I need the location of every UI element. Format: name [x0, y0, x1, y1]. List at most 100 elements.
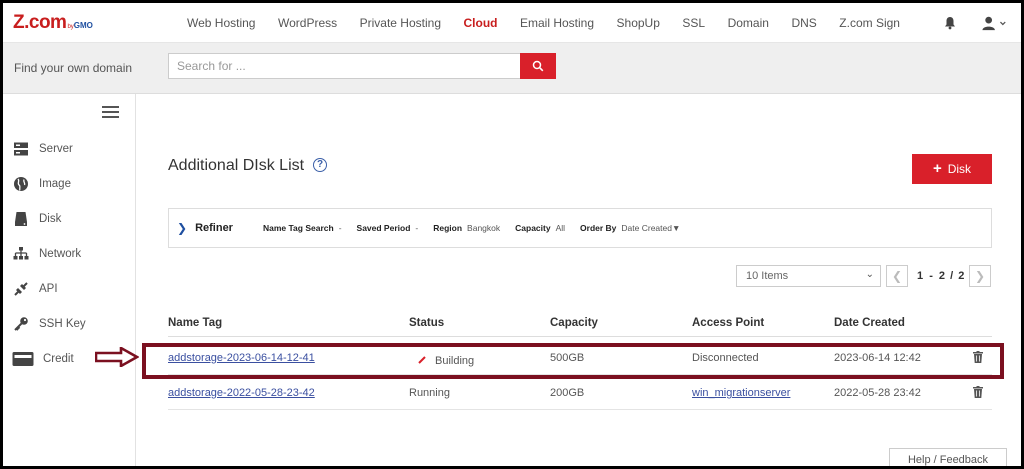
- search-button[interactable]: [520, 53, 556, 79]
- sidebar-item-disk[interactable]: Disk: [12, 209, 61, 229]
- top-nav: Z.com by GMO Web Hosting WordPress Priva…: [3, 3, 1021, 43]
- network-icon: [12, 245, 30, 263]
- row-name-tag-link[interactable]: addstorage-2022-05-28-23-42: [168, 387, 315, 399]
- sidebar-item-label: Image: [39, 178, 71, 190]
- row-date-created: 2022-05-28 23:42: [834, 387, 921, 399]
- pagination-status: 1 - 2 / 2: [917, 270, 964, 282]
- row-access-point: Disconnected: [692, 352, 759, 364]
- domain-search-bar: Find your own domain: [3, 43, 1021, 94]
- globe-icon: [12, 175, 30, 193]
- nav-private-hosting[interactable]: Private Hosting: [360, 16, 441, 30]
- filter-region-label: Region: [433, 223, 463, 233]
- nav-wordpress[interactable]: WordPress: [278, 16, 337, 30]
- zcom-logo[interactable]: Z.com by GMO: [13, 13, 93, 33]
- items-per-page-select[interactable]: 10 Items ⌄: [736, 265, 881, 287]
- filter-order-by-label: Order By: [580, 223, 617, 233]
- refiner-panel[interactable]: ❯ Refiner Name Tag Search - Saved Period…: [168, 208, 992, 248]
- user-icon: [982, 16, 995, 31]
- search-input[interactable]: [168, 53, 522, 79]
- prev-page-button[interactable]: ❮: [886, 265, 908, 287]
- trash-icon[interactable]: [973, 386, 983, 398]
- col-header-date-created: Date Created: [834, 317, 905, 329]
- row-name-tag-link[interactable]: addstorage-2023-06-14-12-41: [168, 352, 315, 364]
- user-menu[interactable]: [981, 15, 1007, 31]
- sidebar-item-label: Network: [39, 248, 82, 260]
- pagination-display: 2: [938, 270, 946, 282]
- sidebar-item-credit[interactable]: Credit: [12, 349, 74, 369]
- row-access-point-link[interactable]: win_migrationserver: [692, 387, 790, 399]
- col-header-capacity: Capacity: [550, 317, 598, 329]
- sidebar-item-label: Disk: [39, 213, 62, 225]
- row-divider: [168, 409, 992, 410]
- pagination-sep: -: [929, 270, 933, 282]
- chevron-down-icon: ⌄: [865, 269, 874, 280]
- add-disk-label: Disk: [947, 162, 972, 176]
- filter-capacity-value: All: [555, 223, 566, 233]
- nav-cloud[interactable]: Cloud: [464, 16, 498, 30]
- header-divider: [168, 336, 992, 337]
- help-icon[interactable]: ?: [313, 158, 327, 172]
- sidebar: Server Image Disk Network API SSH Key Cr…: [3, 94, 136, 466]
- sidebar-item-label: API: [39, 283, 58, 295]
- menu-toggle-icon[interactable]: [102, 106, 119, 118]
- sidebar-item-image[interactable]: Image: [12, 174, 71, 194]
- server-icon: [12, 140, 30, 158]
- page-title: Additional DIsk List: [168, 157, 305, 174]
- chevron-down-icon: [1000, 21, 1007, 26]
- trash-icon[interactable]: [973, 351, 983, 363]
- pagination-total: 2: [958, 270, 965, 282]
- filter-name-tag-label: Name Tag Search: [262, 223, 334, 233]
- arrow-right-icon: [95, 347, 139, 367]
- row-capacity: 500GB: [550, 352, 585, 364]
- col-header-name-tag: Name Tag: [168, 317, 223, 329]
- sidebar-item-label: SSH Key: [39, 318, 86, 330]
- credit-card-icon: [12, 350, 34, 368]
- nav-ssl[interactable]: SSL: [682, 16, 705, 30]
- filter-order-by-value: Date Created▼: [621, 223, 681, 233]
- help-feedback-button[interactable]: Help / Feedback: [889, 448, 1007, 466]
- row-status: Running: [409, 387, 450, 399]
- sidebar-item-ssh-key[interactable]: SSH Key: [12, 314, 86, 334]
- find-domain-label: Find your own domain: [14, 61, 133, 75]
- chevron-right-icon: ❯: [177, 221, 188, 235]
- bell-icon[interactable]: [943, 16, 957, 30]
- row-status: Building: [417, 355, 474, 367]
- disk-icon: [12, 210, 30, 228]
- next-page-button[interactable]: ❯: [969, 265, 991, 287]
- plus-icon: +: [932, 160, 942, 177]
- filter-name-tag-value: -: [338, 223, 342, 233]
- pagination-current: 1: [917, 270, 924, 282]
- sidebar-item-label: Server: [39, 143, 73, 155]
- search-icon: [532, 60, 544, 72]
- nav-web-hosting[interactable]: Web Hosting: [187, 16, 255, 30]
- pagination-slash: /: [950, 270, 954, 282]
- filter-saved-period-value: -: [415, 223, 419, 233]
- row-capacity: 200GB: [550, 387, 585, 399]
- items-per-page-value: 10 Items: [746, 270, 789, 282]
- row-date-created: 2023-06-14 12:42: [834, 352, 921, 364]
- filter-capacity-label: Capacity: [515, 223, 551, 233]
- sidebar-item-server[interactable]: Server: [12, 139, 73, 159]
- sidebar-item-label: Credit: [43, 353, 74, 365]
- key-icon: [12, 315, 30, 333]
- nav-shopup[interactable]: ShopUp: [617, 16, 660, 30]
- col-header-status: Status: [409, 317, 445, 329]
- refiner-label: Refiner: [195, 222, 233, 234]
- row-status-text: Building: [435, 355, 475, 367]
- nav-menu: Web Hosting WordPress Private Hosting Cl…: [187, 3, 922, 43]
- col-header-access-point: Access Point: [692, 317, 765, 329]
- row-divider: [168, 374, 992, 375]
- nav-email-hosting[interactable]: Email Hosting: [520, 16, 594, 30]
- nav-domain[interactable]: Domain: [728, 16, 769, 30]
- api-icon: [12, 280, 30, 298]
- sidebar-item-network[interactable]: Network: [12, 244, 81, 264]
- logo-text: Z.com: [13, 12, 67, 33]
- filter-saved-period-label: Saved Period: [356, 223, 411, 233]
- logo-gmo: GMO: [73, 21, 93, 30]
- nav-zcom-sign[interactable]: Z.com Sign: [839, 16, 900, 30]
- sidebar-item-api[interactable]: API: [12, 279, 58, 299]
- add-disk-button[interactable]: + Disk: [912, 154, 992, 184]
- app-frame: Z.com by GMO Web Hosting WordPress Priva…: [3, 3, 1021, 466]
- filter-region-value: Bangkok: [467, 223, 501, 233]
- nav-dns[interactable]: DNS: [791, 16, 816, 30]
